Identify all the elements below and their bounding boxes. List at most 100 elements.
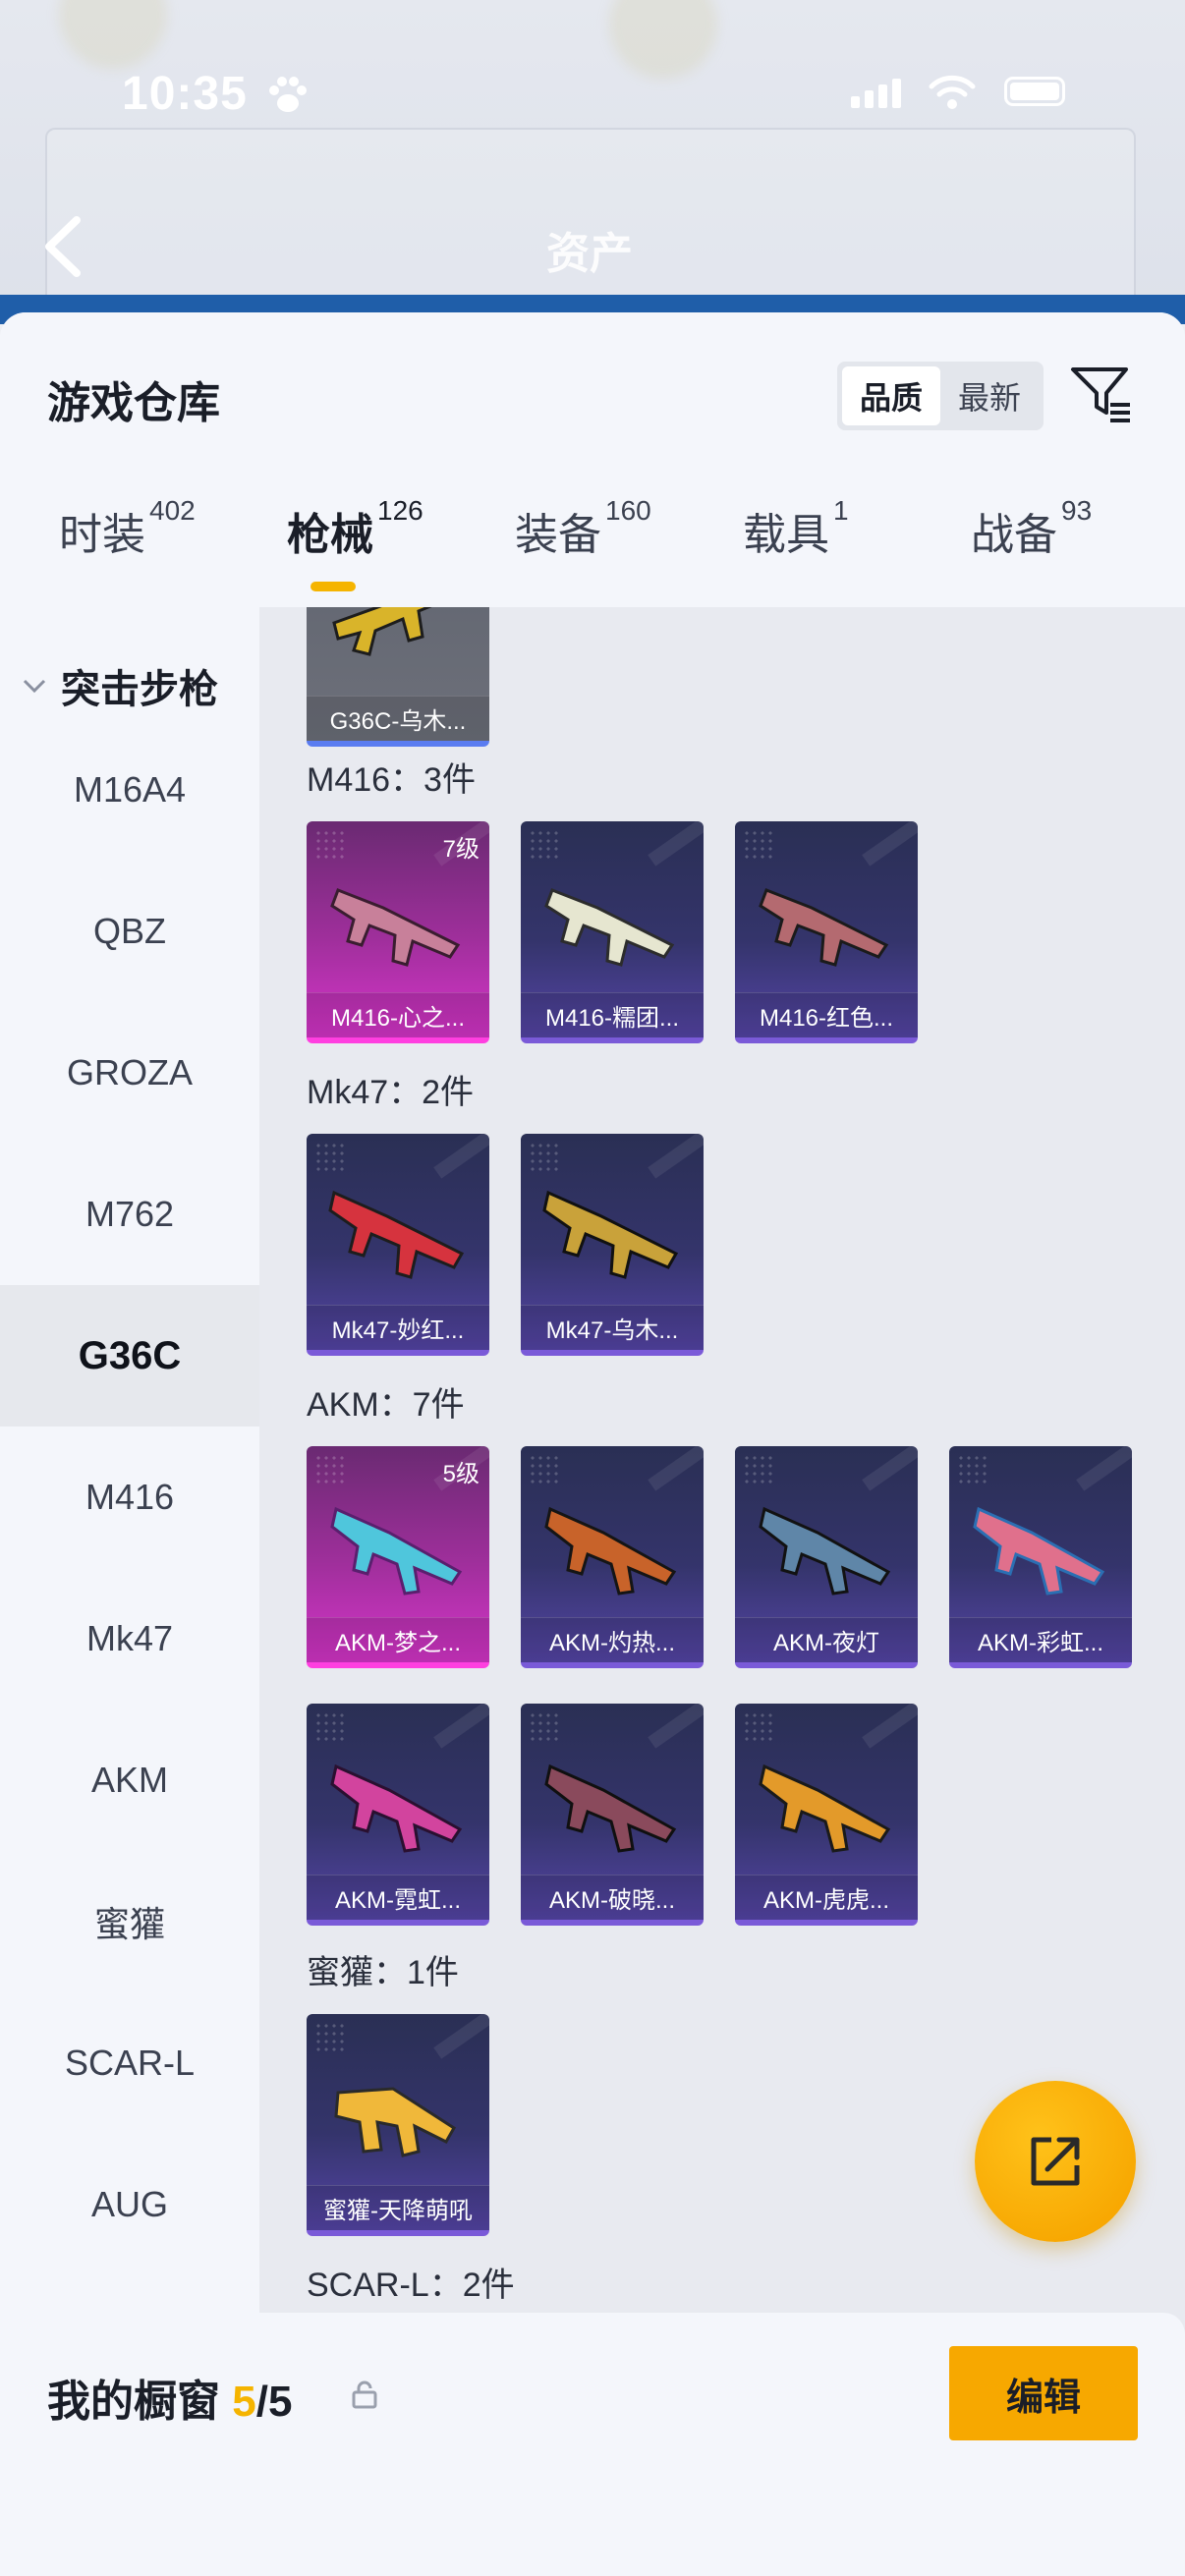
rifle-icon xyxy=(759,888,889,967)
tab-fashion[interactable]: 时装402 xyxy=(59,495,196,607)
paw-icon xyxy=(269,77,307,112)
category-tabs: 时装402 枪械126 装备160 载具1 战备93 xyxy=(0,495,1185,607)
rifle-icon xyxy=(334,2087,457,2157)
group-label: 蜜獾：1件 xyxy=(307,1954,459,1991)
active-tab-indicator xyxy=(310,582,356,591)
battery-icon xyxy=(1004,77,1065,106)
skin-name: 蜜獾-天降萌吼 xyxy=(307,2185,489,2230)
warehouse-sheet: 游戏仓库 品质 最新 时装402 枪械126 装备160 载具1 战备93 突击… xyxy=(0,312,1185,2576)
skin-name: AKM-霓虹... xyxy=(307,1875,489,1920)
tab-count: 93 xyxy=(1061,495,1093,526)
skin-card[interactable]: G36C-乌木... xyxy=(307,607,489,747)
tab-count: 1 xyxy=(833,495,849,526)
skin-card[interactable]: AKM-霓虹... xyxy=(307,1704,489,1926)
skin-name: M416-心之... xyxy=(307,992,489,1037)
chevron-down-icon xyxy=(23,679,46,694)
skin-card[interactable]: M416-糯团... xyxy=(521,821,704,1043)
sidebar-item-scar-l[interactable]: SCAR-L xyxy=(0,1992,259,2134)
sheet-title: 游戏仓库 xyxy=(47,379,220,427)
skin-name: AKM-夜灯 xyxy=(735,1617,918,1662)
group-label: AKM：7件 xyxy=(307,1386,465,1424)
sort-toggle: 品质 最新 xyxy=(837,362,1044,430)
skin-card[interactable]: AKM-夜灯 xyxy=(735,1446,918,1668)
rifle-icon xyxy=(973,1506,1105,1596)
showcase-label: 我的橱窗 5/5 xyxy=(47,2366,292,2429)
skin-card[interactable]: AKM-虎虎... xyxy=(735,1704,918,1926)
skin-card[interactable]: 蜜獾-天降萌吼 xyxy=(307,2014,489,2236)
rifle-icon xyxy=(328,1190,465,1279)
skin-card[interactable]: AKM-灼热... xyxy=(521,1446,704,1668)
tab-label: 装备 xyxy=(515,511,601,559)
sheet-header: 游戏仓库 品质 最新 时装402 枪械126 装备160 载具1 战备93 xyxy=(0,312,1185,607)
tab-guns[interactable]: 枪械126 xyxy=(287,495,423,607)
rifle-icon xyxy=(759,1506,891,1596)
sidebar-item-qbz[interactable]: QBZ xyxy=(0,861,259,1002)
status-time: 10:35 xyxy=(122,68,248,120)
showcase-bar: 我的橱窗 5/5 编辑 xyxy=(0,2313,1185,2576)
rifle-icon xyxy=(544,1506,677,1596)
sidebar-group-label: 突击步枪 xyxy=(61,668,218,711)
tab-vehicles[interactable]: 载具1 xyxy=(743,495,849,607)
skin-name: AKM-虎虎... xyxy=(735,1875,918,1920)
skin-name: Mk47-妙红... xyxy=(307,1305,489,1350)
signal-icon xyxy=(851,79,906,108)
tab-count: 160 xyxy=(605,495,651,526)
showcase-used-count: 5 xyxy=(232,2378,256,2426)
sidebar-item-m762[interactable]: M762 xyxy=(0,1144,259,1285)
skin-name: G36C-乌木... xyxy=(307,696,489,741)
skin-card[interactable]: AKM-破晓... xyxy=(521,1704,704,1926)
skin-name: AKM-破晓... xyxy=(521,1875,704,1920)
skin-name: AKM-灼热... xyxy=(521,1617,704,1662)
rifle-icon xyxy=(330,1764,463,1853)
sidebar-item-g36c[interactable]: G36C xyxy=(0,1285,259,1427)
sidebar-group-assault-rifles[interactable]: 突击步枪 xyxy=(0,646,259,725)
skin-name: M416-红色... xyxy=(735,992,918,1037)
sidebar-item-aug[interactable]: AUG xyxy=(0,2134,259,2275)
tab-label: 载具 xyxy=(743,511,829,559)
skin-card[interactable]: Mk47-妙红... xyxy=(307,1134,489,1356)
tab-label: 时装 xyxy=(59,511,145,559)
sidebar-item-m416[interactable]: M416 xyxy=(0,1427,259,1568)
status-bar: 10:35 xyxy=(0,59,1185,128)
skin-name: Mk47-乌木... xyxy=(521,1305,704,1350)
sidebar-item-mk47[interactable]: Mk47 xyxy=(0,1568,259,1709)
skin-name: AKM-彩虹... xyxy=(949,1617,1132,1662)
nav-title: 资产 xyxy=(546,230,633,278)
rifle-icon xyxy=(544,1764,677,1853)
rifle-icon xyxy=(542,1190,679,1279)
tab-count: 126 xyxy=(377,495,423,526)
skin-grid: G36C-乌木... M416：3件 7级 M416-心之... M416-糯团… xyxy=(259,607,1185,2340)
weapon-type-sidebar: 突击步枪 M16A4 QBZ GROZA M762 G36C M416 Mk47… xyxy=(0,607,259,2340)
tab-combat-gear[interactable]: 战备93 xyxy=(971,495,1092,607)
group-label: Mk47：2件 xyxy=(307,1074,475,1111)
wifi-icon xyxy=(929,75,976,109)
edit-button[interactable]: 编辑 xyxy=(949,2346,1138,2440)
rifle-icon xyxy=(544,888,675,967)
share-button[interactable] xyxy=(975,2081,1136,2242)
skin-name: AKM-梦之... xyxy=(307,1617,489,1662)
skin-card[interactable]: 5级 AKM-梦之... xyxy=(307,1446,489,1668)
sidebar-item-groza[interactable]: GROZA xyxy=(0,1002,259,1144)
tab-label: 枪械 xyxy=(287,511,373,559)
filter-icon[interactable] xyxy=(1069,362,1134,426)
group-label: M416：3件 xyxy=(307,761,476,799)
tab-equipment[interactable]: 装备160 xyxy=(515,495,651,607)
showcase-total-count: 5 xyxy=(267,2378,293,2426)
skin-card[interactable]: M416-红色... xyxy=(735,821,918,1043)
rifle-icon xyxy=(759,1764,891,1853)
rifle-icon xyxy=(330,888,461,967)
back-arrow-icon[interactable] xyxy=(41,214,85,279)
sort-quality-button[interactable]: 品质 xyxy=(842,366,940,425)
sidebar-item-akm[interactable]: AKM xyxy=(0,1709,259,1851)
skin-card[interactable]: AKM-彩虹... xyxy=(949,1446,1132,1668)
sort-newest-button[interactable]: 最新 xyxy=(940,366,1039,425)
showcase-separator: / xyxy=(255,2378,268,2426)
skin-card[interactable]: 7级 M416-心之... xyxy=(307,821,489,1043)
sidebar-item-honey-badger[interactable]: 蜜獾 xyxy=(0,1851,259,1992)
group-label: SCAR-L：2件 xyxy=(307,2267,515,2304)
tab-count: 402 xyxy=(149,495,196,526)
rifle-icon xyxy=(330,1506,463,1596)
sidebar-item-m16a4[interactable]: M16A4 xyxy=(0,719,259,861)
skin-card[interactable]: Mk47-乌木... xyxy=(521,1134,704,1356)
lock-icon xyxy=(352,2380,377,2409)
